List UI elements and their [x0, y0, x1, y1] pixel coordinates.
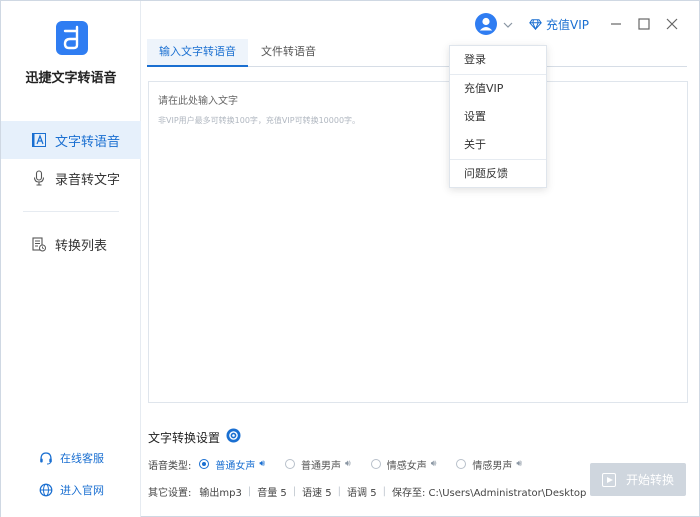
list-doc-icon: [31, 236, 47, 252]
voice-type-row: 语音类型: 普通女声 🔊︎ 普通男声 🔊︎ 情感女声 🔊︎ 情感男声 🔊︎: [148, 457, 542, 472]
separator: |: [247, 486, 252, 497]
settings-section-title: 文字转换设置: [148, 428, 241, 446]
speaker-icon[interactable]: 🔊︎: [431, 459, 437, 469]
online-support-link[interactable]: 在线客服: [39, 450, 104, 466]
app-title: 迅捷文字转语音: [25, 71, 117, 86]
speaker-icon[interactable]: 🔊︎: [516, 459, 522, 469]
sidebar: 迅捷文字转语音 文字转语音 录音转文字 转换列表 在线客服 进入官网: [1, 1, 141, 517]
voice-option-emotional-female[interactable]: 情感女声 🔊︎: [370, 457, 437, 472]
radio-dot: [456, 459, 467, 469]
globe-icon: [39, 483, 53, 497]
radio-dot: [370, 459, 381, 469]
voice-option-normal-male[interactable]: 普通男声 🔊︎: [285, 457, 351, 472]
start-conversion-button[interactable]: 开始转换: [590, 463, 686, 496]
sidebar-divider: [23, 211, 119, 212]
app-window: 迅捷文字转语音 文字转语音 录音转文字 转换列表 在线客服 进入官网 充值VIP…: [0, 0, 700, 517]
maximize-button[interactable]: [631, 11, 657, 37]
minimize-button[interactable]: [603, 11, 629, 37]
output-format-setting[interactable]: 输出mp3: [199, 484, 241, 499]
radio-dot: [285, 459, 296, 469]
diamond-icon: [529, 18, 542, 30]
sidebar-item-text-to-speech[interactable]: 文字转语音: [1, 121, 141, 159]
other-settings-row: 其它设置: 输出mp3 | 音量 5 | 语速 5 | 语调 5 | 保存至: …: [148, 484, 586, 499]
menu-item-login[interactable]: 登录: [450, 46, 546, 74]
voice-option-label: 情感男声: [472, 460, 513, 472]
voice-type-label: 语音类型:: [148, 460, 192, 472]
text-a-icon: [31, 132, 47, 148]
play-icon: [601, 472, 616, 487]
start-button-label: 开始转换: [625, 473, 674, 487]
sidebar-item-label: 转换列表: [55, 238, 108, 254]
sidebar-item-speech-to-text[interactable]: 录音转文字: [1, 159, 141, 197]
text-input-area[interactable]: 请在此处输入文字 非VIP用户最多可转换100字，充值VIP可转换10000字。: [148, 81, 688, 403]
menu-item-about[interactable]: 关于: [450, 131, 546, 159]
official-site-label: 进入官网: [60, 484, 104, 497]
user-avatar-icon[interactable]: [475, 13, 497, 35]
other-settings-label: 其它设置:: [148, 488, 192, 499]
vip-label: 充值VIP: [546, 17, 589, 32]
voice-option-label: 情感女声: [386, 460, 427, 472]
voice-option-emotional-male[interactable]: 情感男声 🔊︎: [456, 457, 522, 472]
gear-icon[interactable]: [226, 428, 241, 446]
sidebar-item-label: 录音转文字: [55, 172, 121, 188]
menu-item-settings[interactable]: 设置: [450, 103, 546, 131]
tab-bar: 输入文字转语音 文件转语音: [147, 39, 687, 67]
save-path-setting[interactable]: 保存至: C:\Users\Administrator\Desktop: [392, 484, 586, 499]
official-site-link[interactable]: 进入官网: [39, 482, 104, 498]
user-dropdown-menu: 登录 充值VIP 设置 关于 问题反馈: [449, 45, 547, 188]
menu-item-recharge-vip[interactable]: 充值VIP: [450, 75, 546, 103]
volume-setting[interactable]: 音量 5: [257, 484, 287, 499]
voice-option-label: 普通男声: [301, 460, 342, 472]
chevron-down-icon[interactable]: [503, 17, 513, 31]
sidebar-item-conversion-list[interactable]: 转换列表: [1, 225, 141, 263]
separator: |: [337, 486, 342, 497]
tab-file-to-speech[interactable]: 文件转语音: [249, 39, 328, 67]
settings-title-text: 文字转换设置: [148, 430, 221, 445]
speaker-icon[interactable]: 🔊︎: [345, 459, 351, 469]
speaker-icon[interactable]: 🔊︎: [259, 459, 265, 469]
close-button[interactable]: [659, 11, 685, 37]
tab-text-input[interactable]: 输入文字转语音: [147, 39, 248, 67]
menu-item-feedback[interactable]: 问题反馈: [450, 160, 546, 188]
app-logo-icon: [56, 21, 88, 55]
pitch-setting[interactable]: 语调 5: [347, 484, 377, 499]
maximize-icon: [638, 18, 650, 30]
separator: |: [382, 486, 386, 497]
title-bar: 充值VIP: [475, 11, 685, 37]
radio-dot: [199, 459, 210, 469]
recharge-vip-button[interactable]: 充值VIP: [529, 16, 589, 33]
online-support-label: 在线客服: [60, 452, 104, 465]
speed-setting[interactable]: 语速 5: [302, 484, 332, 499]
editor-hint: 非VIP用户最多可转换100字，充值VIP可转换10000字。: [158, 116, 361, 125]
headset-icon: [39, 451, 53, 465]
editor-placeholder: 请在此处输入文字: [158, 96, 238, 107]
close-icon: [666, 18, 678, 30]
separator: |: [292, 486, 297, 497]
minimize-icon: [611, 23, 621, 25]
voice-option-normal-female[interactable]: 普通女声 🔊︎: [199, 457, 265, 472]
voice-option-label: 普通女声: [215, 460, 256, 472]
sidebar-item-label: 文字转语音: [55, 134, 121, 150]
microphone-icon: [31, 170, 47, 186]
